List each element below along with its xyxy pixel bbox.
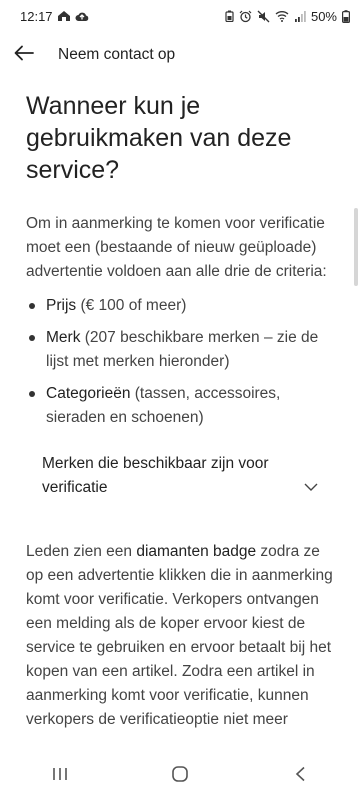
- criteria-label: Prijs: [46, 297, 77, 314]
- section-heading: Wanneer kun je gebruikmaken van deze ser…: [26, 92, 292, 184]
- criteria-label: Merk: [46, 329, 81, 346]
- bullet: [29, 303, 35, 309]
- accordion-label: Merken die beschikbaar zijn voor verific…: [42, 455, 269, 496]
- battery-percentage: 50%: [310, 8, 337, 24]
- criteria-item: Merk (207 beschikbare merken – zie de li…: [26, 326, 336, 374]
- body-text-part: zodra ze op een advertentie klikken die …: [26, 543, 333, 728]
- alarm-icon: [239, 10, 252, 23]
- bullet: [29, 335, 35, 341]
- signal-icon: [294, 10, 306, 22]
- home-button[interactable]: [150, 756, 210, 796]
- criteria-detail: (€ 100 of meer): [76, 297, 187, 314]
- battery-saver-icon: [225, 10, 234, 22]
- system-nav-bar: [0, 752, 360, 800]
- chevron-down-icon: [304, 478, 318, 496]
- status-time: 12:17: [20, 8, 53, 24]
- body-text-part: Leden zien een: [26, 543, 137, 560]
- back-button[interactable]: [2, 33, 46, 77]
- recents-icon: [51, 767, 69, 786]
- cloud-upload-icon: [75, 11, 89, 22]
- content-area: Wanneer kun je gebruikmaken van deze ser…: [26, 90, 336, 732]
- intro-paragraph: Om in aanmerking te komen voor verificat…: [26, 215, 327, 280]
- scrollbar[interactable]: [354, 208, 358, 286]
- app-bar: Neem contact op: [0, 32, 360, 78]
- mute-icon: [257, 10, 270, 23]
- back-icon: [294, 766, 306, 787]
- status-bar: 12:17 50%: [0, 0, 360, 32]
- battery-icon: [342, 9, 350, 23]
- criteria-label: Categorieën: [46, 385, 131, 402]
- bullet: [29, 391, 35, 397]
- criteria-item: Categorieën (tassen, accessoires, sierad…: [26, 382, 336, 430]
- body-paragraph: Leden zien een diamanten badge zodra ze …: [26, 540, 336, 732]
- nav-back-button[interactable]: [270, 756, 330, 796]
- home-icon: [171, 765, 189, 788]
- criteria-list: Prijs (€ 100 of meer) Merk (207 beschikb…: [26, 294, 336, 430]
- home-status-icon: [57, 10, 71, 22]
- criteria-detail: (207 beschikbare merken – zie de lijst m…: [46, 329, 319, 370]
- wifi-icon: [275, 10, 289, 22]
- page-title: Neem contact op: [58, 46, 176, 63]
- brands-accordion[interactable]: Merken die beschikbaar zijn voor verific…: [26, 442, 336, 500]
- arrow-left-icon: [14, 45, 34, 66]
- diamond-badge-text: diamanten badge: [136, 543, 257, 560]
- recents-button[interactable]: [30, 756, 90, 796]
- criteria-item: Prijs (€ 100 of meer): [26, 294, 336, 318]
